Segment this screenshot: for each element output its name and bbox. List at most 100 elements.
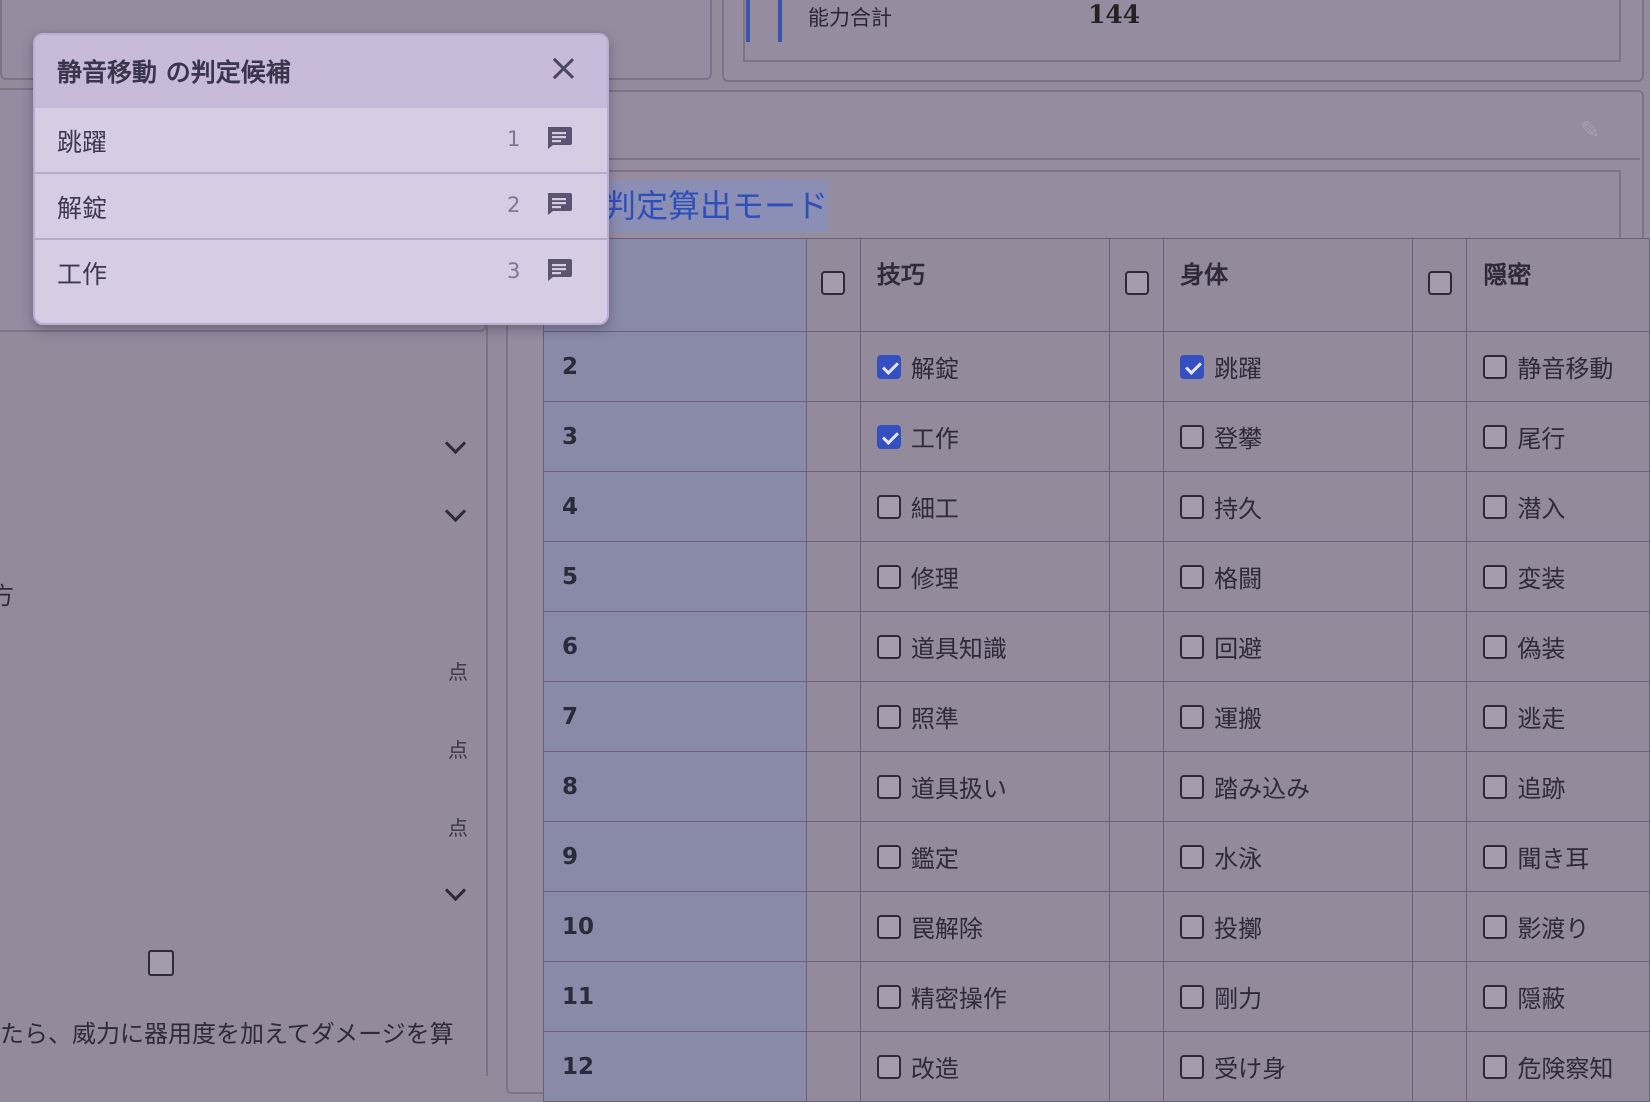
- left-checkbox[interactable]: [148, 950, 174, 976]
- skill-option[interactable]: 静音移動: [1467, 349, 1649, 384]
- skill-option[interactable]: 解錠: [861, 349, 1109, 384]
- skill-option[interactable]: 逃走: [1467, 699, 1649, 734]
- skill-checkbox[interactable]: [876, 354, 901, 379]
- comment-icon[interactable]: [545, 192, 573, 216]
- skill-checkbox[interactable]: [876, 914, 901, 939]
- skill-option[interactable]: 鑑定: [861, 839, 1109, 874]
- skill-checkbox[interactable]: [1180, 494, 1205, 519]
- candidate-item[interactable]: 解錠 2: [35, 172, 607, 238]
- skill-option[interactable]: 変装: [1467, 559, 1649, 594]
- candidate-item[interactable]: 跳躍 1: [35, 108, 607, 172]
- skill-checkbox[interactable]: [876, 704, 901, 729]
- skill-option[interactable]: 持久: [1164, 489, 1412, 524]
- skill-option[interactable]: 細工: [861, 489, 1109, 524]
- skill-option[interactable]: 踏み込み: [1164, 769, 1412, 804]
- skill-checkbox[interactable]: [1483, 774, 1508, 799]
- skill-option[interactable]: 改造: [861, 1049, 1109, 1084]
- skill-cell: 精密操作: [859, 961, 1111, 1032]
- column-select-checkbox[interactable]: [1124, 271, 1149, 295]
- skill-checkbox[interactable]: [876, 634, 901, 659]
- skill-option[interactable]: 追跡: [1467, 769, 1649, 804]
- skill-option[interactable]: 聞き耳: [1467, 839, 1649, 874]
- skill-option[interactable]: 罠解除: [861, 909, 1109, 944]
- skill-checkbox[interactable]: [1180, 984, 1205, 1009]
- skill-option[interactable]: 水泳: [1164, 839, 1412, 874]
- skill-checkbox[interactable]: [1483, 424, 1508, 449]
- skill-checkbox[interactable]: [1483, 984, 1508, 1009]
- stats-bar-accent: [778, 0, 782, 42]
- skill-label: 変装: [1517, 565, 1566, 593]
- skill-checkbox[interactable]: [1180, 354, 1205, 379]
- skill-label: 道具扱い: [910, 775, 1007, 803]
- skill-checkbox[interactable]: [876, 564, 901, 589]
- skill-option[interactable]: 危険察知: [1467, 1049, 1649, 1084]
- close-icon[interactable]: [545, 51, 581, 87]
- skill-checkbox[interactable]: [1483, 704, 1508, 729]
- skill-checkbox[interactable]: [1483, 494, 1508, 519]
- skill-option[interactable]: 影渡り: [1467, 909, 1649, 944]
- points-unit: 点: [448, 660, 468, 684]
- judgment-mode-chip[interactable]: 判定算出モード: [604, 180, 828, 232]
- skill-checkbox[interactable]: [1483, 1054, 1508, 1079]
- skill-checkbox[interactable]: [1180, 774, 1205, 799]
- skill-option[interactable]: 道具扱い: [861, 769, 1109, 804]
- skill-checkbox[interactable]: [876, 984, 901, 1009]
- skill-option[interactable]: 潜入: [1467, 489, 1649, 524]
- skill-checkbox[interactable]: [1483, 914, 1508, 939]
- skill-checkbox[interactable]: [1180, 704, 1205, 729]
- comment-icon[interactable]: [545, 126, 573, 150]
- skill-checkbox[interactable]: [1483, 634, 1508, 659]
- skill-option[interactable]: 剛力: [1164, 979, 1412, 1014]
- ability-total-value: 144: [1088, 0, 1141, 29]
- row-number: 2: [543, 331, 807, 402]
- skill-option[interactable]: 精密操作: [861, 979, 1109, 1014]
- skill-cell: 道具知識: [859, 611, 1111, 682]
- skill-option[interactable]: 格闘: [1164, 559, 1412, 594]
- skill-checkbox[interactable]: [1180, 634, 1205, 659]
- skill-checkbox[interactable]: [876, 774, 901, 799]
- candidate-item[interactable]: 工作 3: [35, 238, 607, 304]
- skill-option[interactable]: 道具知識: [861, 629, 1109, 664]
- skill-option[interactable]: 修理: [861, 559, 1109, 594]
- skill-checkbox[interactable]: [876, 844, 901, 869]
- skill-checkbox[interactable]: [876, 1054, 901, 1079]
- skill-cell: 偽装: [1466, 611, 1650, 682]
- skill-option[interactable]: 工作: [861, 419, 1109, 454]
- skill-option[interactable]: 受け身: [1164, 1049, 1412, 1084]
- skill-option[interactable]: 偽装: [1467, 629, 1649, 664]
- skill-checkbox[interactable]: [1180, 564, 1205, 589]
- edit-pencil-icon[interactable]: ✎: [1580, 116, 1600, 144]
- empty-cell: [1412, 821, 1468, 892]
- skill-checkbox[interactable]: [1180, 914, 1205, 939]
- column-select-checkbox[interactable]: [1427, 271, 1452, 295]
- skill-checkbox[interactable]: [1180, 424, 1205, 449]
- column-select-checkbox[interactable]: [821, 271, 846, 295]
- skill-checkbox[interactable]: [1180, 844, 1205, 869]
- skill-option[interactable]: 照準: [861, 699, 1109, 734]
- skill-checkbox[interactable]: [1180, 1054, 1205, 1079]
- skill-cell: 聞き耳: [1466, 821, 1650, 892]
- skill-option[interactable]: 跳躍: [1164, 349, 1412, 384]
- skill-cell: 水泳: [1163, 821, 1414, 892]
- skill-checkbox[interactable]: [876, 424, 901, 449]
- skill-checkbox[interactable]: [876, 494, 901, 519]
- skill-label: 受け身: [1214, 1055, 1287, 1083]
- candidate-label: 解錠: [57, 194, 108, 223]
- judgment-candidates-popup: 静音移動 の判定候補 跳躍 1 解錠 2 工作 3: [33, 33, 609, 325]
- comment-icon[interactable]: [545, 258, 573, 282]
- skill-checkbox[interactable]: [1483, 564, 1508, 589]
- skill-option[interactable]: 回避: [1164, 629, 1412, 664]
- skill-cell: 危険察知: [1466, 1031, 1650, 1102]
- skill-checkbox[interactable]: [1483, 844, 1508, 869]
- skill-option[interactable]: 尾行: [1467, 419, 1649, 454]
- skill-checkbox[interactable]: [1483, 354, 1508, 379]
- skill-option[interactable]: 運搬: [1164, 699, 1412, 734]
- row-number: 6: [543, 611, 807, 682]
- skill-label: 照準: [910, 705, 959, 733]
- row-number: 8: [543, 751, 807, 822]
- skill-option[interactable]: 投擲: [1164, 909, 1412, 944]
- skill-option[interactable]: 隠蔽: [1467, 979, 1649, 1014]
- skill-option[interactable]: 登攀: [1164, 419, 1412, 454]
- skill-label: 罠解除: [910, 915, 983, 943]
- skill-cell: 鑑定: [859, 821, 1111, 892]
